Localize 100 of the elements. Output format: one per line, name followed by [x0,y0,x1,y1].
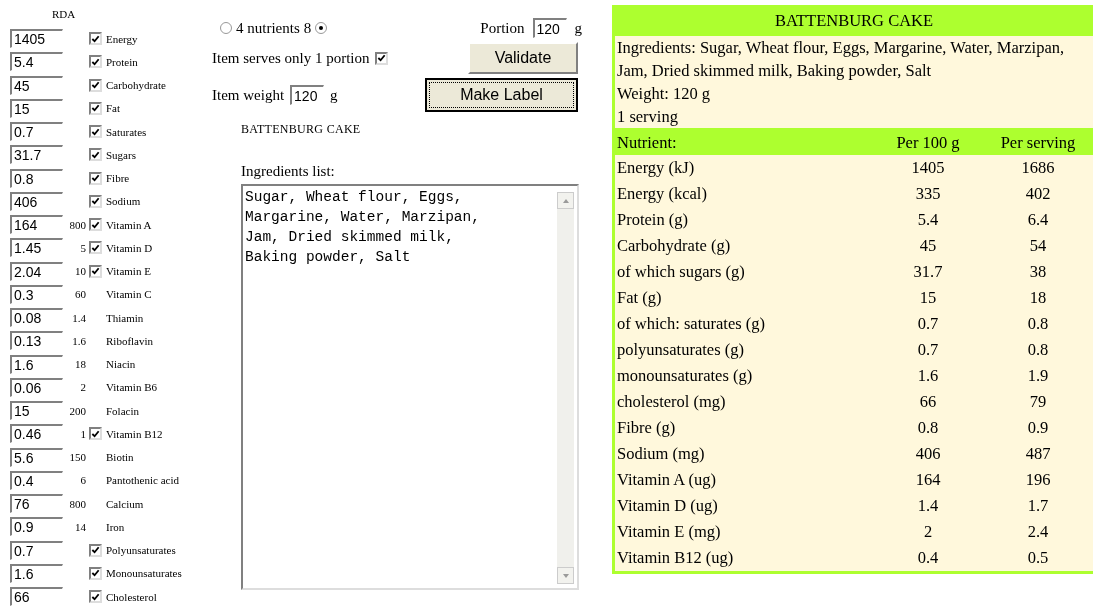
ingredients-field[interactable]: Sugar, Wheat flour, Eggs, Margarine, Water, Marzipan, Jam, Dried skimmed milk, Baking powder, Salt [241,184,579,590]
checkbox[interactable] [89,55,102,69]
table-cell-text: 54 [1028,235,1048,257]
rda-heading: RDA [52,8,76,20]
value-field[interactable]: 0.7 [10,122,63,142]
table-cell-text: Sodium (mg) [617,443,706,465]
nutrient-label: Iron [106,520,125,533]
table-cell-text: Fat (g) [617,287,663,309]
value-field[interactable]: 0.08 [10,308,63,328]
nutrient-label: Monounsaturates [106,567,182,580]
table-cell-text: 15 [918,287,938,309]
value-field[interactable]: 0.9 [10,517,63,537]
value-field[interactable]: 406 [10,191,63,211]
nutrient-label: Cholesterol [106,590,157,603]
value-field[interactable]: 15 [10,401,63,421]
nutrient-label: Sugars [106,148,136,161]
column-header: Per 100 g [895,132,961,154]
checkbox[interactable] [89,218,102,232]
nutrient-label: Vitamin E [106,265,151,278]
value-field[interactable]: 1.45 [10,238,63,258]
value-field[interactable]: 0.06 [10,377,63,397]
rda-value: 14 [75,520,86,533]
table-cell-text: 0.4 [916,547,940,569]
value-field[interactable]: 0.8 [10,168,63,188]
rda-value: 800 [69,497,86,510]
checkbox[interactable] [89,590,102,604]
table-cell-text: Protein (g) [617,209,690,231]
nutrient-label: Sodium [106,195,141,208]
table-cell-text: Fibre (g) [617,417,677,439]
value-field[interactable]: 31.7 [10,145,63,165]
value-field[interactable]: 5.4 [10,52,63,72]
table-cell-text: 38 [1028,261,1048,283]
item-weight-field[interactable]: 120 [290,85,325,105]
table-cell-text: 402 [1024,183,1052,205]
portion-field[interactable]: 120 [532,18,567,38]
checkbox[interactable] [89,543,102,557]
value-field[interactable]: 2.04 [10,261,63,281]
radio-button[interactable] [220,22,232,34]
table-cell-text: 2.4 [1026,521,1050,543]
checkbox[interactable] [375,51,389,65]
portion-label: Portion [480,19,525,37]
rda-value: 6 [80,474,86,487]
nutrient-label: Vitamin B12 [106,427,163,440]
value-field[interactable]: 76 [10,494,63,514]
table-cell-text: 18 [1028,287,1048,309]
value-field[interactable]: 1.6 [10,563,63,583]
value-field[interactable]: 164 [10,215,63,235]
rda-value: 18 [75,358,86,371]
checkbox[interactable] [89,566,102,580]
checkbox[interactable] [89,101,102,115]
table-cell-text: 6.4 [1026,209,1050,231]
nutrient-label: Vitamin C [106,288,152,301]
checkbox[interactable] [89,427,102,441]
item-weight-label: Item weight [212,86,285,104]
table-cell-text: 0.8 [916,417,940,439]
checkbox[interactable] [89,78,102,92]
value-field[interactable]: 0.13 [10,331,63,351]
value-field[interactable]: 15 [10,98,63,118]
unit-label: g [330,86,338,104]
nutrient-label: Vitamin B6 [106,381,157,394]
radio-button[interactable] [315,22,328,34]
make-label-button[interactable]: Make Label [425,78,578,112]
table-cell-text: monounsaturates (g) [617,365,754,387]
checkbox[interactable] [89,171,102,185]
checkbox[interactable] [89,241,102,255]
checkbox[interactable] [89,264,102,278]
table-cell-text: Vitamin B12 (ug) [617,547,735,569]
table-cell-text: 1.7 [1026,495,1050,517]
checkbox[interactable] [89,148,102,162]
rda-value: 200 [69,404,86,417]
table-cell-text: 335 [914,183,942,205]
value-field[interactable]: 66 [10,587,63,607]
value-field[interactable]: 0.7 [10,540,63,560]
value-field[interactable]: 0.46 [10,424,63,444]
value-field[interactable]: 0.3 [10,284,63,304]
checkbox[interactable] [89,32,102,46]
value-field[interactable]: 1.6 [10,354,63,374]
label-title: BATTENBURG CAKE [615,8,1093,36]
value-field[interactable]: 1405 [10,29,63,49]
table-cell-text: 5.4 [916,209,940,231]
table-cell-text: 487 [1024,443,1052,465]
validate-button[interactable]: Validate [468,42,578,74]
table-cell-text: 0.5 [1026,547,1050,569]
table-cell-text: 0.7 [916,313,940,335]
table-cell-text: 2 [922,521,934,543]
table-cell-text: 45 [918,235,938,257]
checkbox[interactable] [89,125,102,139]
value-field[interactable]: 0.4 [10,470,63,490]
checkbox[interactable] [89,194,102,208]
table-cell-text: polyunsaturates (g) [617,339,745,361]
ingredients-label: Ingredients list: [241,163,336,180]
table-cell-text: 0.9 [1026,417,1050,439]
nutrient-label: Niacin [106,358,136,371]
nutrient-label: Biotin [106,451,134,464]
table-cell-text: 66 [918,391,938,413]
value-field[interactable]: 45 [10,75,63,95]
table-cell-text: Vitamin E (mg) [617,521,722,543]
label-info-text: 1 serving [617,106,679,128]
table-cell-text: Carbohydrate (g) [617,235,732,257]
value-field[interactable]: 5.6 [10,447,63,467]
